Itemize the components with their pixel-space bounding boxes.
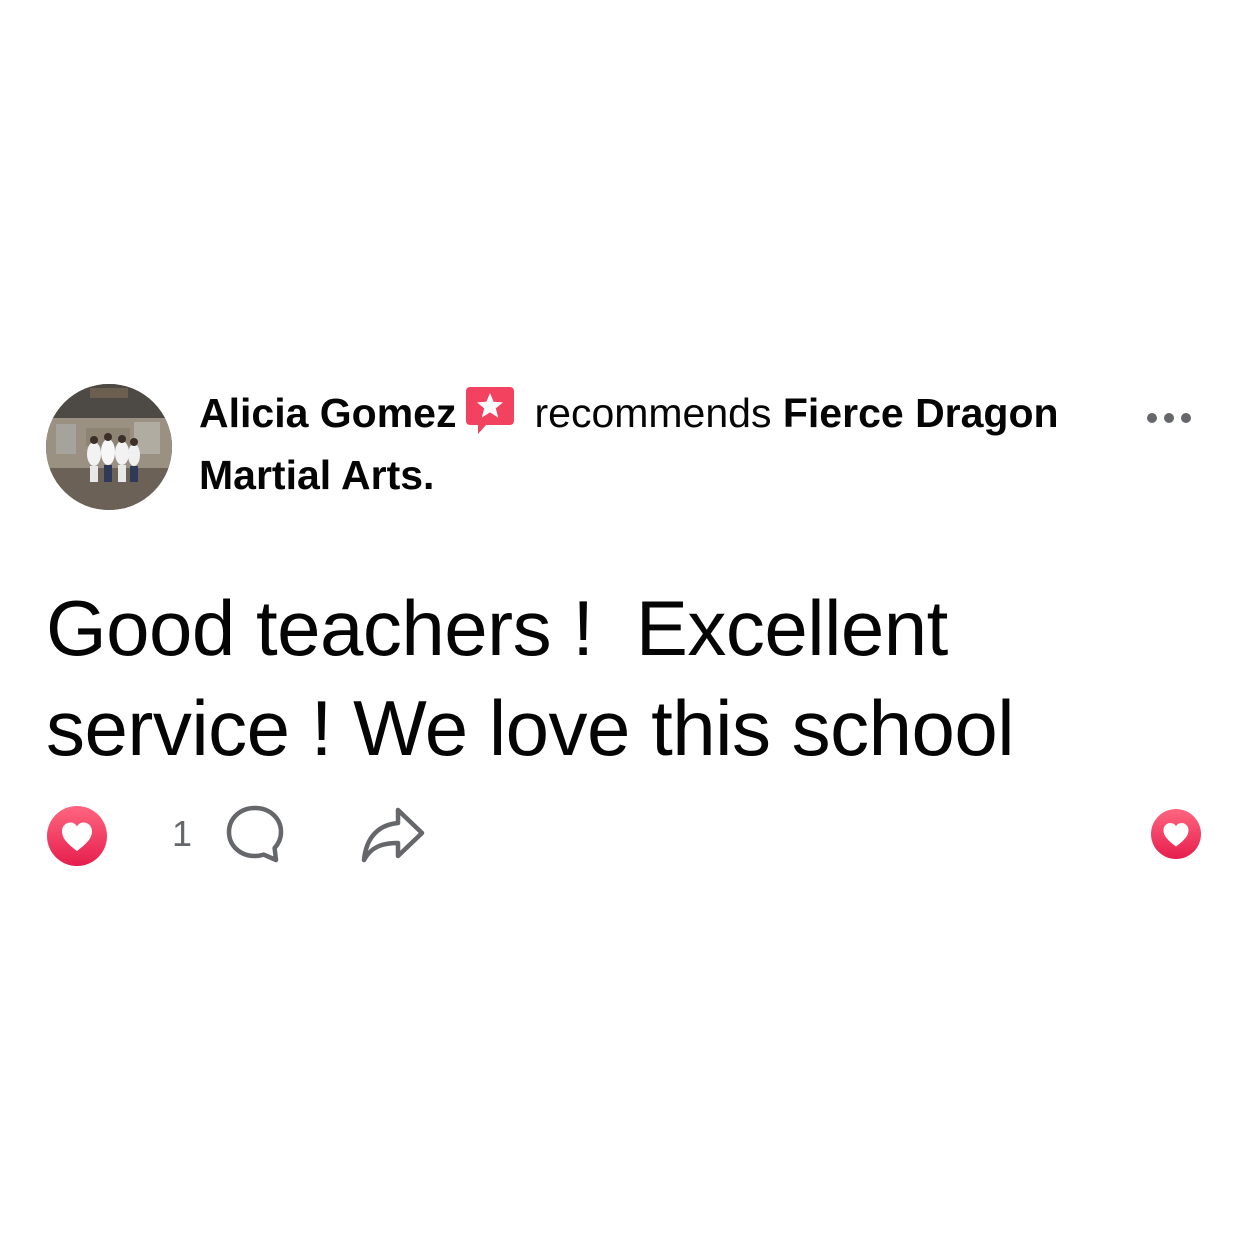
post-actions: 1 (46, 803, 1206, 866)
more-options-icon (1164, 413, 1174, 423)
comment-icon[interactable] (224, 803, 286, 865)
share-icon[interactable] (360, 805, 426, 865)
more-options-icon (1181, 413, 1191, 423)
love-reaction-icon[interactable] (46, 805, 108, 867)
more-options-button[interactable] (1138, 398, 1200, 438)
more-options-icon (1147, 413, 1157, 423)
recommendation-star-icon (464, 385, 516, 435)
avatar-photo (46, 384, 172, 510)
review-text: Good teachers ! Excellent service ! We l… (46, 584, 1015, 772)
love-icon[interactable] (1150, 808, 1202, 860)
review-post: Alicia Gomez recommends Fierce Dragon Ma… (0, 0, 1250, 1250)
post-header: Alicia Gomez recommends Fierce Dragon Ma… (199, 382, 1079, 506)
author-name[interactable]: Alicia Gomez (199, 390, 456, 436)
reaction-count[interactable]: 1 (172, 813, 192, 855)
action-text: recommends (534, 390, 772, 436)
author-avatar[interactable] (46, 384, 172, 510)
